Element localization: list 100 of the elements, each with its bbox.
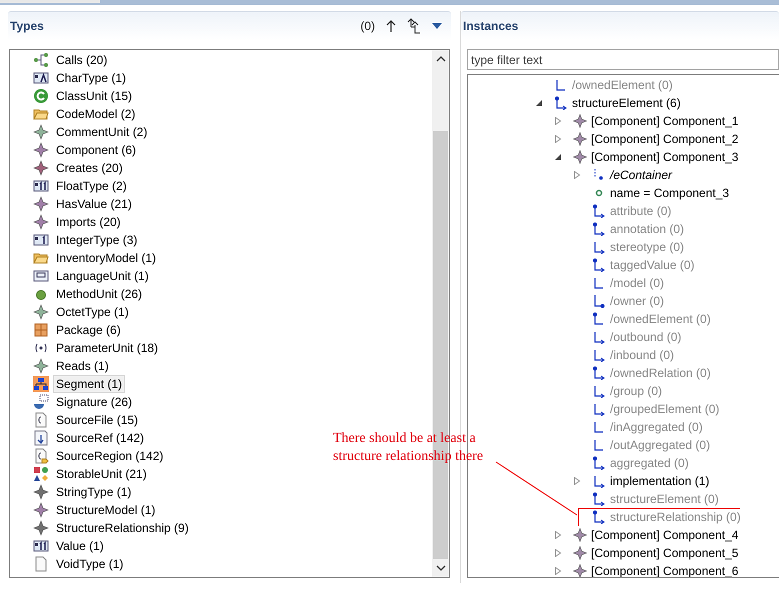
link-icon: [592, 474, 606, 488]
diamond-icon: [573, 528, 587, 542]
panel-title: Types: [10, 19, 44, 33]
type-item[interactable]: LanguageUnit (1): [53, 267, 152, 285]
panel-title: Instances: [463, 19, 518, 33]
reference-icon: [33, 430, 49, 446]
tree-item[interactable]: [Component] Component_5: [591, 546, 738, 560]
scroll-down-icon[interactable]: [436, 565, 446, 571]
annotation-text: There should be at least a structure relationship there: [333, 430, 484, 466]
diamond-icon: [33, 142, 49, 158]
link-icon: [592, 276, 606, 290]
type-item[interactable]: StringType (1): [53, 483, 134, 501]
connector-nodes-icon: [33, 52, 49, 68]
diamond-icon: [33, 358, 49, 374]
type-item[interactable]: Component (6): [53, 141, 140, 159]
diamond-icon: [33, 304, 49, 320]
diamond-icon: [573, 114, 587, 128]
tree-item[interactable]: [Component] Component_3: [591, 150, 738, 164]
type-item[interactable]: ClassUnit (15): [53, 87, 136, 105]
type-icon: [33, 178, 49, 194]
type-item[interactable]: Segment (1): [53, 375, 126, 393]
link-icon: [592, 258, 606, 272]
link-icon: [592, 456, 606, 470]
class-icon: [33, 88, 49, 104]
diamond-icon: [33, 520, 49, 536]
type-item[interactable]: SourceFile (15): [53, 411, 142, 429]
type-icon: [33, 268, 49, 284]
link-icon: [554, 96, 568, 110]
type-item[interactable]: Creates (20): [53, 159, 126, 177]
link-icon: [592, 384, 606, 398]
type-item[interactable]: ParameterUnit (18): [53, 339, 162, 357]
type-icon: [33, 70, 49, 86]
link-icon: [592, 312, 606, 326]
type-item[interactable]: InventoryModel (1): [53, 249, 160, 267]
diamond-icon: [33, 124, 49, 140]
tree-item[interactable]: structureElement (6): [572, 96, 681, 110]
diamond-icon: [33, 484, 49, 500]
link-icon: [592, 438, 606, 452]
diamond-icon: [573, 132, 587, 146]
tree-item[interactable]: implementation (1): [610, 474, 710, 488]
link-icon: [592, 366, 606, 380]
type-item[interactable]: Imports (20): [53, 213, 124, 231]
diamond-icon: [573, 564, 587, 577]
dotted-link-icon: [592, 168, 606, 182]
type-item[interactable]: HasValue (21): [53, 195, 135, 213]
type-item[interactable]: VoidType (1): [53, 555, 126, 573]
diamond-icon: [573, 546, 587, 560]
type-item[interactable]: StructureModel (1): [53, 501, 158, 519]
type-item[interactable]: IntegerType (3): [53, 231, 140, 249]
dropdown-icon[interactable]: [431, 22, 443, 30]
type-item[interactable]: StorableUnit (21): [53, 465, 150, 483]
link-icon: [592, 402, 606, 416]
type-item[interactable]: CharType (1): [53, 69, 130, 87]
type-icon: [33, 232, 49, 248]
diamond-icon: [33, 214, 49, 230]
tree-item[interactable]: [Component] Component_2: [591, 132, 738, 146]
type-item[interactable]: Package (6): [53, 321, 124, 339]
link-icon: [592, 240, 606, 254]
link-icon: [592, 492, 606, 506]
link-icon: [592, 510, 606, 524]
document-icon: [33, 556, 49, 572]
link-icon: [592, 294, 606, 308]
scroll-up-icon[interactable]: [436, 56, 446, 62]
link-icon: [554, 78, 568, 92]
type-item[interactable]: OctetType (1): [53, 303, 132, 321]
type-item[interactable]: Signature (26): [53, 393, 136, 411]
filter-field[interactable]: type filter text: [467, 49, 779, 70]
document-icon: [33, 412, 49, 428]
document-icon: [33, 448, 49, 464]
tree-item[interactable]: [Component] Component_1: [591, 114, 738, 128]
type-item[interactable]: MethodUnit (26): [53, 285, 146, 303]
diamond-icon: [33, 160, 49, 176]
tree-item[interactable]: /eContainer: [610, 168, 672, 182]
diamond-icon: [33, 196, 49, 212]
diamond-icon: [573, 150, 587, 164]
type-item[interactable]: CommentUnit (2): [53, 123, 150, 141]
type-item[interactable]: SourceRegion (142): [53, 447, 166, 465]
shapes-icon: [33, 466, 49, 482]
link-icon: [592, 204, 606, 218]
type-item[interactable]: CodeModel (2): [53, 105, 138, 123]
type-item[interactable]: StructureRelationship (9): [53, 519, 192, 537]
type-item[interactable]: Reads (1): [53, 357, 112, 375]
tree-item[interactable]: [Component] Component_4: [591, 528, 738, 542]
type-item[interactable]: Value (1): [53, 537, 107, 555]
type-item[interactable]: Calls (20): [53, 51, 110, 69]
hierarchy-arrow-icon[interactable]: [407, 18, 421, 34]
signature-icon: [33, 394, 49, 410]
tree-item[interactable]: name = Component_3: [610, 186, 730, 200]
link-icon: [592, 330, 606, 344]
type-item[interactable]: SourceRef (142): [53, 429, 148, 447]
type-item[interactable]: FloatType (2): [53, 177, 130, 195]
link-icon: [592, 222, 606, 236]
grid-icon: [33, 322, 49, 338]
diamond-icon: [33, 502, 49, 518]
count-label: (0): [360, 19, 375, 33]
up-arrow-icon[interactable]: [385, 19, 397, 33]
link-icon: [592, 348, 606, 362]
type-icon: [33, 538, 49, 554]
hierarchy-icon: [33, 376, 49, 392]
link-icon: [592, 420, 606, 434]
